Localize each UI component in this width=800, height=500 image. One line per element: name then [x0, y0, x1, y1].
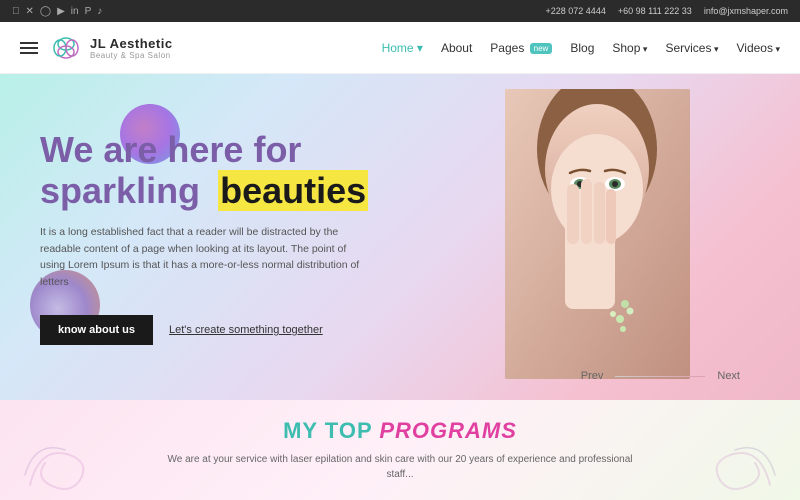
- logo-subtitle: Beauty & Spa Salon: [90, 51, 173, 60]
- email: info@jxmshaper.com: [704, 6, 788, 16]
- navbar: JL Aesthetic Beauty & Spa Salon Home ▾ A…: [0, 22, 800, 74]
- logo-icon: [50, 32, 82, 64]
- nav-blog[interactable]: Blog: [570, 41, 594, 55]
- bottom-programs: PROGRAMS: [379, 418, 517, 443]
- linkedin-icon[interactable]: in: [71, 6, 79, 17]
- hero-heading-line1: We are here for: [40, 129, 368, 170]
- hamburger-menu[interactable]: [20, 42, 38, 54]
- next-button[interactable]: Next: [717, 370, 740, 382]
- bottom-title: MY TOP PROGRAMS: [283, 418, 517, 444]
- bottom-my-top: MY TOP: [283, 418, 372, 443]
- hero-paragraph: It is a long established fact that a rea…: [40, 224, 360, 291]
- contact-info: +228 072 4444 +60 98 111 222 33 info@jxm…: [546, 6, 788, 16]
- know-about-us-button[interactable]: know about us: [40, 315, 153, 345]
- pinterest-icon[interactable]: P: [85, 6, 92, 17]
- youtube-icon[interactable]: ▶: [57, 6, 65, 17]
- social-links[interactable]:  ✕ ◯ ▶ in P ♪: [12, 6, 102, 17]
- nav-about[interactable]: About: [441, 41, 472, 55]
- tiktok-icon[interactable]: ♪: [97, 6, 102, 17]
- bottom-paragraph: We are at your service with laser epilat…: [160, 452, 640, 482]
- phone1: +228 072 4444: [546, 6, 606, 16]
- hero-heading: We are here for sparkling beauties: [40, 129, 368, 212]
- nav-pages[interactable]: Pages new: [490, 41, 552, 55]
- hero-portrait-svg: [505, 89, 690, 379]
- hero-heading-line2: sparkling beauties: [40, 170, 368, 211]
- phone2: +60 98 111 222 33: [618, 6, 692, 16]
- create-together-link[interactable]: Let's create something together: [169, 324, 323, 336]
- heading-beauties: beauties: [218, 170, 368, 211]
- hero-image-wrap: [505, 89, 690, 379]
- hero-image-inner: [505, 89, 690, 379]
- nav-services[interactable]: Services: [665, 41, 718, 55]
- swirl-right-icon: [700, 435, 780, 495]
- hero-content: We are here for sparkling beauties It is…: [40, 129, 368, 345]
- hero-navigation: Prev Next: [581, 370, 740, 382]
- nav-home[interactable]: Home ▾: [382, 41, 423, 55]
- nav-logo: JL Aesthetic Beauty & Spa Salon: [50, 32, 173, 64]
- twitter-icon[interactable]: ✕: [26, 6, 34, 17]
- nav-links: Home ▾ About Pages new Blog Shop Service…: [193, 41, 780, 55]
- hero-section: We are here for sparkling beauties It is…: [0, 74, 800, 400]
- bottom-section: MY TOP PROGRAMS We are at your service w…: [0, 400, 800, 500]
- hero-image: [505, 89, 690, 379]
- new-badge: new: [530, 43, 553, 54]
- swirl-left-icon: [20, 435, 100, 495]
- heading-sparkling: sparkling: [40, 170, 200, 211]
- top-bar:  ✕ ◯ ▶ in P ♪ +228 072 4444 +60 98 111 …: [0, 0, 800, 22]
- nav-shop[interactable]: Shop: [612, 41, 647, 55]
- instagram-icon[interactable]: ◯: [40, 6, 51, 17]
- facebook-icon[interactable]: : [12, 6, 20, 17]
- logo-title: JL Aesthetic: [90, 36, 173, 51]
- prev-button[interactable]: Prev: [581, 370, 604, 382]
- logo-text: JL Aesthetic Beauty & Spa Salon: [90, 36, 173, 60]
- nav-progress-line: [615, 376, 705, 377]
- nav-videos[interactable]: Videos: [736, 41, 780, 55]
- hero-buttons: know about us Let's create something tog…: [40, 315, 368, 345]
